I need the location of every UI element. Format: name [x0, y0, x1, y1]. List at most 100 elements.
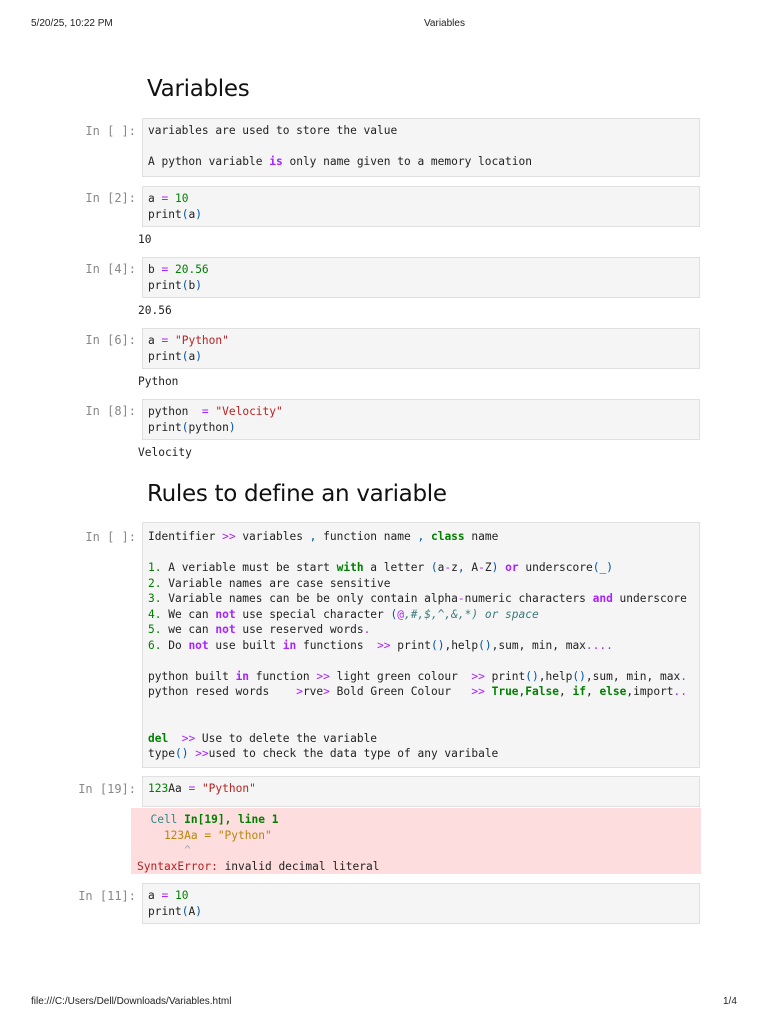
code-token: ( — [430, 561, 438, 574]
code-token: , — [585, 685, 600, 698]
code-token: 10 — [174, 889, 189, 902]
code-token: not — [215, 607, 236, 621]
code-token: ) — [195, 207, 202, 221]
cell-prompt: In [8]: — [85, 404, 136, 418]
code-line: print(a) — [148, 349, 694, 365]
code-token: Do — [161, 638, 189, 652]
code-token: with — [336, 561, 364, 574]
markdown-cell[interactable]: variables are used to store the value A p… — [142, 118, 700, 177]
code-token: ) — [606, 561, 613, 574]
code-token: "Python" — [201, 782, 256, 795]
code-token: >> — [471, 685, 485, 698]
cell-output: 20.56 — [138, 304, 172, 317]
code-token: in — [235, 669, 250, 683]
code-token: python built — [148, 669, 236, 683]
cell-prompt: In [19]: — [78, 782, 136, 796]
code-token: > — [323, 685, 330, 698]
code-cell[interactable]: 123Aa = "Python" — [142, 776, 700, 807]
print-title: Variables — [424, 18, 465, 29]
code-token: 6. — [148, 638, 162, 652]
code-token: print — [148, 349, 182, 363]
code-token: or — [505, 561, 519, 574]
code-token: Variable names are case sensitive — [161, 576, 391, 590]
code-token: - — [478, 561, 485, 574]
code-token: ) — [228, 420, 236, 434]
code-token: > — [296, 685, 303, 698]
markdown-cell-rules[interactable]: Identifier >> variables , function name … — [142, 522, 700, 768]
code-token: not — [215, 623, 236, 636]
code-token: We can — [161, 607, 216, 621]
code-token: Identifier — [148, 530, 223, 543]
code-token: () — [478, 638, 492, 652]
code-token: >> — [471, 669, 485, 683]
code-token: python resed words — [148, 685, 297, 698]
code-token: a — [148, 334, 162, 347]
cell-prompt: In [11]: — [78, 889, 136, 903]
code-token: python — [188, 420, 229, 434]
code-token: () — [572, 669, 586, 683]
code-token: print — [390, 638, 431, 652]
code-line: b = 20.56 — [148, 262, 694, 278]
code-token: in — [282, 638, 297, 652]
code-cell[interactable]: a = 10 print(A) — [142, 883, 700, 924]
code-token: "Velocity" — [215, 405, 283, 418]
heading-variables: Variables — [147, 76, 250, 102]
code-token: print — [148, 278, 182, 292]
code-token: ) — [195, 349, 202, 363]
code-line: a = 10 — [148, 888, 694, 904]
cell-prompt: In [2]: — [85, 191, 136, 205]
code-cell[interactable]: python = "Velocity" print(python) — [142, 399, 700, 440]
code-token: use built — [208, 638, 283, 652]
code-token: >> — [195, 747, 209, 760]
code-token: not — [188, 638, 209, 652]
code-line: Cell In[19], line 1 — [137, 812, 695, 828]
code-token: name — [464, 530, 499, 543]
code-token: , — [558, 685, 573, 698]
code-token: numeric characters — [464, 592, 593, 605]
code-line: Identifier >> variables , function name … — [148, 529, 694, 545]
code-line: del >> Use to delete the variable — [148, 731, 694, 747]
code-token: a — [148, 889, 162, 902]
code-token: ,help — [538, 669, 573, 683]
heading-rules: Rules to define an variable — [147, 481, 447, 507]
code-token: use reserved words — [235, 623, 364, 636]
code-cell[interactable]: b = 20.56 print(b) — [142, 257, 700, 298]
code-token: A veriable must be start — [161, 561, 337, 574]
code-token: True — [491, 685, 519, 698]
code-token: ,sum, min, max — [585, 669, 681, 683]
code-line: 123Aa = "Python" — [148, 781, 694, 797]
code-token: >> — [181, 731, 196, 745]
code-token: , — [457, 561, 465, 574]
code-token: if — [572, 685, 586, 698]
code-cell[interactable]: a = "Python" print(a) — [142, 328, 700, 369]
code-token: variables — [235, 530, 310, 543]
code-token: variables are used to store the value — [148, 124, 398, 137]
code-token: ) — [195, 904, 202, 918]
code-token: . — [363, 623, 371, 636]
code-token: 5. — [148, 623, 162, 636]
code-token: >> — [222, 530, 236, 543]
code-token: 20.56 — [174, 263, 209, 276]
code-line: SyntaxError: invalid decimal literal — [137, 859, 695, 875]
code-line: 5. we can not use reserved words. — [148, 622, 694, 638]
code-cell[interactable]: a = 10 print(a) — [142, 186, 700, 227]
code-token: ,help — [444, 638, 479, 652]
cell-output: Velocity — [138, 446, 192, 459]
code-token: Bold Green Colour — [329, 685, 472, 698]
cell-output: 10 — [138, 233, 152, 246]
code-line: a = "Python" — [148, 333, 694, 349]
code-line: print(a) — [148, 207, 694, 223]
code-token: () — [174, 747, 189, 760]
print-page-number: 1/4 — [723, 996, 737, 1007]
code-token: = — [201, 405, 209, 418]
code-token: print — [484, 669, 526, 683]
